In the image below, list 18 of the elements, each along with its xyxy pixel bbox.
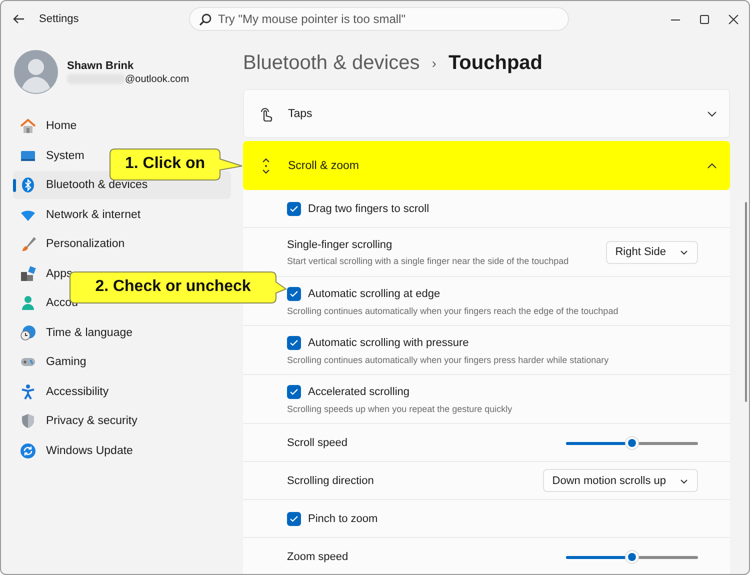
setting-description: Scrolling continues automatically when your fingers press harder while stationary	[287, 354, 609, 364]
user-email: @outlook.com	[125, 74, 190, 84]
setting-label: Pinch to zoom	[308, 512, 378, 524]
setting-label: Scroll speed	[287, 436, 348, 448]
setting-description: Scrolling speeds up when you repeat the gesture quickly	[287, 404, 512, 414]
setting-label: Zoom speed	[287, 550, 348, 562]
user-name: Shawn Brink	[67, 60, 135, 72]
setting-label: Automatic scrolling with pressure	[308, 336, 469, 348]
breadcrumb-separator: ›	[432, 55, 436, 71]
page-title: Touchpad	[448, 52, 543, 74]
setting-label: Drag two fingers to scroll	[308, 202, 430, 214]
setting-label: Automatic scrolling at edge	[308, 288, 440, 300]
setting-label: Accelerated scrolling	[308, 386, 410, 398]
setting-description: Scrolling continues automatically when your fingers reach the edge of the touchpad	[287, 306, 618, 316]
setting-label: Single-finger scrolling	[287, 238, 392, 250]
window-title: Settings	[39, 13, 80, 25]
setting-label: Scrolling direction	[287, 474, 374, 486]
setting-description: Start vertical scrolling with a single finger near the side of the touchpad	[287, 256, 569, 266]
